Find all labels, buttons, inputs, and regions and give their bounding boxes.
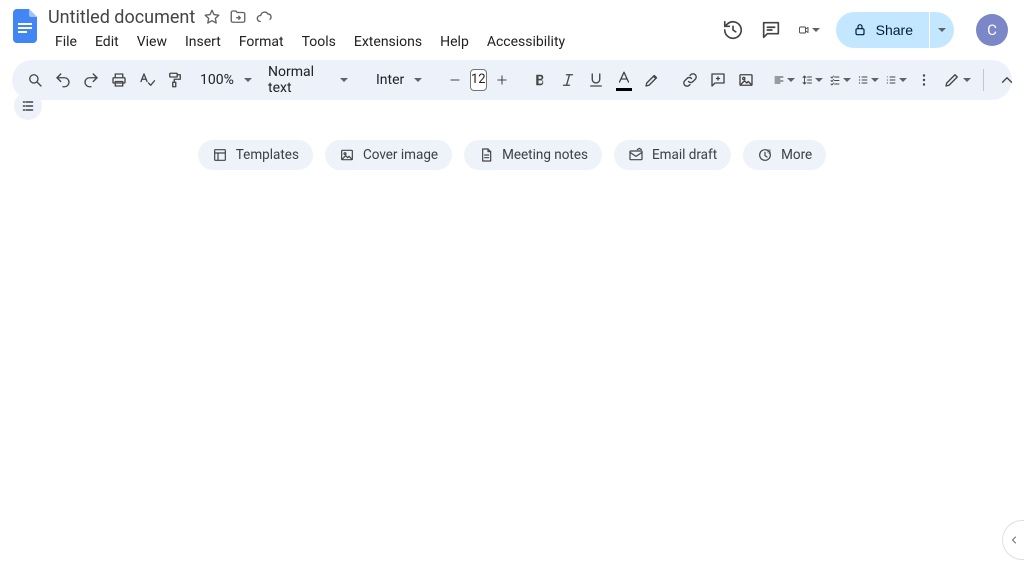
title-area: Untitled document File Edit View Insert … xyxy=(48,6,722,52)
share-button-group: Share xyxy=(836,12,954,48)
editing-mode-dropdown[interactable] xyxy=(941,66,973,94)
menu-file[interactable]: File xyxy=(48,32,84,52)
caret-down-icon xyxy=(899,78,907,82)
caret-down-icon xyxy=(787,78,795,82)
side-panel-toggle[interactable] xyxy=(1002,520,1024,560)
svg-text:3: 3 xyxy=(886,81,888,85)
checklist-dropdown[interactable] xyxy=(827,66,853,94)
collapse-toolbar-icon[interactable] xyxy=(994,66,1020,94)
line-spacing-dropdown[interactable] xyxy=(799,66,825,94)
menu-extensions[interactable]: Extensions xyxy=(347,32,429,52)
caret-down-icon xyxy=(938,28,946,32)
more-options-icon[interactable] xyxy=(911,66,937,94)
paragraph-style-dropdown[interactable]: Normal text xyxy=(258,64,354,96)
add-comment-icon[interactable] xyxy=(705,66,731,94)
menu-accessibility[interactable]: Accessibility xyxy=(480,32,572,52)
star-icon[interactable] xyxy=(203,8,221,26)
align-dropdown[interactable] xyxy=(771,66,797,94)
font-size-decrease[interactable] xyxy=(442,66,468,94)
bullet-list-dropdown[interactable] xyxy=(855,66,881,94)
bold-icon[interactable] xyxy=(527,66,553,94)
print-icon[interactable] xyxy=(106,66,132,94)
chip-templates[interactable]: Templates xyxy=(198,140,313,170)
menu-edit[interactable]: Edit xyxy=(88,32,126,52)
menu-insert[interactable]: Insert xyxy=(178,32,228,52)
italic-icon[interactable] xyxy=(555,66,581,94)
separator xyxy=(983,69,984,91)
numbered-list-dropdown[interactable]: 123 xyxy=(883,66,909,94)
toolbar: 100% Normal text Inter 12 123 xyxy=(12,60,1012,100)
spellcheck-icon[interactable] xyxy=(134,66,160,94)
menu-help[interactable]: Help xyxy=(433,32,476,52)
text-color-icon[interactable] xyxy=(611,66,637,94)
chip-email-draft[interactable]: Email draft xyxy=(614,140,731,170)
menu-bar: File Edit View Insert Format Tools Exten… xyxy=(48,32,722,52)
svg-text:@: @ xyxy=(767,148,771,154)
font-size-input[interactable]: 12 xyxy=(470,69,487,91)
font-size-increase[interactable] xyxy=(489,66,515,94)
caret-down-icon xyxy=(843,78,851,82)
redo-icon[interactable] xyxy=(78,66,104,94)
cloud-status-icon[interactable] xyxy=(255,8,273,26)
chip-more[interactable]: @ More xyxy=(743,140,826,170)
caret-down-icon xyxy=(871,78,879,82)
caret-down-icon xyxy=(414,78,422,82)
share-dropdown[interactable] xyxy=(930,12,954,48)
chip-cover-image[interactable]: Cover image xyxy=(325,140,452,170)
docs-logo[interactable] xyxy=(12,8,40,44)
history-icon[interactable] xyxy=(722,19,744,41)
underline-icon[interactable] xyxy=(583,66,609,94)
move-folder-icon[interactable] xyxy=(229,8,247,26)
insert-image-icon[interactable] xyxy=(733,66,759,94)
link-icon[interactable] xyxy=(677,66,703,94)
share-label: Share xyxy=(876,22,913,38)
menu-format[interactable]: Format xyxy=(232,32,291,52)
caret-down-icon xyxy=(815,78,823,82)
menu-view[interactable]: View xyxy=(130,32,174,52)
suggestion-chips: Templates Cover image Meeting notes Emai… xyxy=(0,140,1024,170)
document-title[interactable]: Untitled document xyxy=(48,7,195,28)
highlight-icon[interactable] xyxy=(639,66,665,94)
undo-icon[interactable] xyxy=(50,66,76,94)
caret-down-icon xyxy=(244,78,252,82)
video-call-icon[interactable] xyxy=(798,19,820,41)
header: Untitled document File Edit View Insert … xyxy=(0,0,1024,52)
caret-down-icon xyxy=(340,78,348,82)
chip-meeting-notes[interactable]: Meeting notes xyxy=(464,140,602,170)
zoom-dropdown[interactable]: 100% xyxy=(190,72,246,88)
comment-icon[interactable] xyxy=(760,19,782,41)
font-dropdown[interactable]: Inter xyxy=(366,72,430,88)
caret-down-icon xyxy=(963,78,971,82)
menu-tools[interactable]: Tools xyxy=(295,32,343,52)
outline-toggle[interactable] xyxy=(14,92,42,120)
caret-down-icon xyxy=(812,28,820,32)
account-avatar[interactable]: C xyxy=(976,14,1008,46)
paint-format-icon[interactable] xyxy=(162,66,188,94)
header-right-actions: Share C xyxy=(722,12,1012,48)
share-button[interactable]: Share xyxy=(836,12,929,48)
search-menus-icon[interactable] xyxy=(22,66,48,94)
